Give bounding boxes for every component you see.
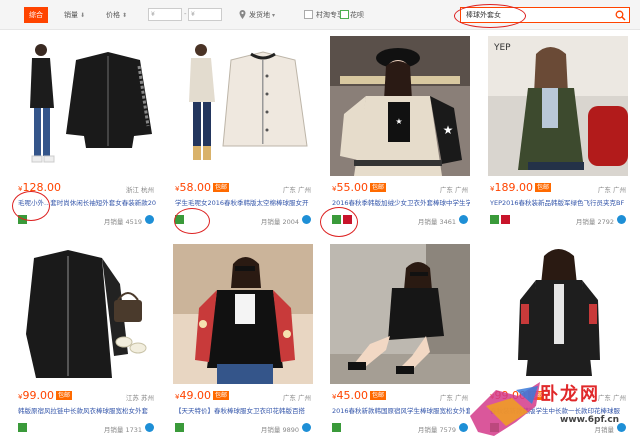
product-sales: 月销量 7579 bbox=[417, 426, 456, 434]
service-icons bbox=[175, 215, 186, 224]
price-min-input[interactable]: ¥ bbox=[148, 8, 182, 21]
cun-checkbox[interactable] bbox=[304, 10, 313, 19]
svg-text:★: ★ bbox=[395, 117, 402, 126]
sort-sales-button[interactable]: 销量 ⬇ bbox=[64, 8, 85, 22]
free-shipping-badge: 包邮 bbox=[55, 391, 72, 400]
search-icon[interactable] bbox=[615, 10, 626, 21]
chat-icon[interactable] bbox=[302, 423, 311, 432]
free-shipping-badge: 包邮 bbox=[212, 391, 229, 400]
free-shipping-badge: 包邮 bbox=[369, 183, 386, 192]
sort-price-button[interactable]: 价格 ⬍ bbox=[106, 8, 127, 22]
sort-sales-label: 销量 bbox=[64, 11, 78, 19]
product-price: ¥189.00 包邮 bbox=[490, 181, 551, 194]
product-card[interactable]: ¥45.00 包邮 广东 广州 2016春秋新款韩国原宿风学生棒球服宽松女外套 月… bbox=[330, 244, 470, 445]
sort-arrow-icon: ⬇ bbox=[80, 12, 86, 19]
free-shipping-badge: 包邮 bbox=[212, 183, 229, 192]
product-image[interactable] bbox=[16, 244, 156, 384]
chevron-down-icon: ▾ bbox=[272, 12, 276, 19]
product-price: ¥58.00 包邮 bbox=[175, 181, 229, 194]
search-value: 棒球外套女 bbox=[466, 11, 501, 19]
product-price: ¥45.00 包邮 bbox=[332, 389, 386, 402]
sort-price-label: 价格 bbox=[106, 11, 120, 19]
product-image[interactable] bbox=[330, 244, 470, 384]
service-icons bbox=[18, 215, 29, 224]
svg-text:YEP: YEP bbox=[493, 43, 511, 53]
product-price: ¥99.00包邮 bbox=[18, 389, 72, 402]
watermark-url: www.6pf.cn bbox=[560, 415, 620, 425]
watermark-text: 卧龙网 bbox=[540, 384, 600, 405]
price-separator: - bbox=[184, 10, 187, 18]
product-title[interactable]: 【天天特价】春秋棒球服女卫衣印花韩版百搭 bbox=[175, 406, 313, 416]
filter-bar: 综合 销量 ⬇ 价格 ⬍ ¥ - ¥ 发货地 ▾ 村淘专享 花呗 棒球外套女 bbox=[0, 0, 640, 30]
product-location: 广东 广州 bbox=[282, 186, 311, 194]
product-sales: 月销量 2004 bbox=[260, 218, 299, 226]
product-title[interactable]: 毛呢小外...套时尚休闲长袖短外套女春装新款2016 bbox=[18, 198, 156, 208]
sort-arrow-icon: ⬍ bbox=[122, 12, 128, 19]
chat-icon[interactable] bbox=[302, 215, 311, 224]
product-card[interactable]: ¥49.00 包邮 广东 广州 【天天特价】春秋棒球服女卫衣印花韩版百搭 月销量 … bbox=[173, 244, 313, 445]
product-card[interactable]: ★ ★ ¥55.00 包邮 广东 广州 2016春秋季韩版加绒少女卫衣外套棒球中学… bbox=[330, 36, 470, 244]
free-shipping-badge: 包邮 bbox=[369, 391, 386, 400]
product-image[interactable] bbox=[173, 36, 313, 176]
huabei-checkbox[interactable] bbox=[340, 10, 349, 19]
product-price: ¥49.00 包邮 bbox=[175, 389, 229, 402]
chat-icon[interactable] bbox=[145, 215, 154, 224]
service-icons bbox=[18, 423, 29, 432]
free-shipping-badge: 包邮 bbox=[534, 183, 551, 192]
product-title[interactable]: YEP2016春秋装新品韩版军绿色飞行员夹克BF bbox=[490, 198, 628, 208]
brand-badge-icon[interactable] bbox=[343, 215, 352, 224]
product-sales: 月销量 2792 bbox=[575, 218, 614, 226]
chat-icon[interactable] bbox=[145, 423, 154, 432]
ship-from-dropdown[interactable]: 发货地 ▾ bbox=[249, 8, 275, 22]
price-max-input[interactable]: ¥ bbox=[188, 8, 222, 21]
product-card[interactable]: ¥128.00 浙江 杭州 毛呢小外...套时尚休闲长袖短外套女春装新款2016… bbox=[16, 36, 156, 244]
seller-badge-icon[interactable] bbox=[332, 423, 341, 432]
service-icons bbox=[332, 423, 343, 432]
product-image[interactable]: ★ ★ bbox=[330, 36, 470, 176]
service-icons bbox=[332, 215, 354, 224]
product-card[interactable]: ¥58.00 包邮 广东 广州 学生毛呢女2016春秋季韩版太空棉棒球服女开 月销… bbox=[173, 36, 313, 244]
product-image[interactable] bbox=[488, 244, 628, 384]
product-image[interactable] bbox=[173, 244, 313, 384]
product-image[interactable] bbox=[16, 36, 156, 176]
huabei-label: 花呗 bbox=[350, 11, 364, 19]
service-icons bbox=[175, 423, 186, 432]
product-location: 广东 广州 bbox=[282, 394, 311, 402]
product-card[interactable]: YEP ¥189.00 包邮 广东 广州 YEP2016春秋装新品韩版军绿色飞行员… bbox=[488, 36, 628, 244]
brand-badge-icon[interactable] bbox=[501, 215, 510, 224]
product-card[interactable]: ¥99.00 包邮 江苏 苏州 韩版原宿风拉链中长款风衣棒球服宽松女外套 月销量 … bbox=[16, 244, 156, 445]
product-title[interactable]: 学生毛呢女2016春秋季韩版太空棉棒球服女开 bbox=[175, 198, 313, 208]
seller-badge-icon[interactable] bbox=[490, 215, 499, 224]
product-image[interactable]: YEP bbox=[488, 36, 628, 176]
product-sales: 月销量 3461 bbox=[417, 218, 456, 226]
seller-badge-icon[interactable] bbox=[18, 215, 27, 224]
product-sales: 月销量 9890 bbox=[260, 426, 299, 434]
product-location: 浙江 杭州 bbox=[125, 186, 154, 194]
product-location: 江苏 苏州 bbox=[125, 394, 154, 402]
product-price: ¥55.00 包邮 bbox=[332, 181, 386, 194]
seller-badge-icon[interactable] bbox=[332, 215, 341, 224]
ship-from-label: 发货地 bbox=[249, 11, 270, 19]
seller-badge-icon[interactable] bbox=[175, 215, 184, 224]
product-sales: 月销量 1731 bbox=[103, 426, 142, 434]
tab-all[interactable]: 综合 bbox=[24, 7, 48, 23]
product-title[interactable]: 韩版原宿风拉链中长款风衣棒球服宽松女外套 bbox=[18, 406, 156, 416]
search-input[interactable]: 棒球外套女 bbox=[460, 7, 630, 23]
service-icons bbox=[490, 215, 512, 224]
seller-badge-icon[interactable] bbox=[18, 423, 27, 432]
location-pin-icon bbox=[239, 10, 246, 19]
chat-icon[interactable] bbox=[617, 215, 626, 224]
product-title[interactable]: 2016春秋季韩版加绒少女卫衣外套棒球中学生学 bbox=[332, 198, 470, 208]
svg-text:★: ★ bbox=[443, 123, 454, 137]
seller-badge-icon[interactable] bbox=[175, 423, 184, 432]
product-title[interactable]: 2016春秋新款韩国原宿风学生棒球服宽松女外套 bbox=[332, 406, 470, 416]
product-location: 广东 广州 bbox=[439, 186, 468, 194]
product-price: ¥128.00 bbox=[18, 181, 61, 194]
product-location: 广东 广州 bbox=[439, 394, 468, 402]
chat-icon[interactable] bbox=[459, 215, 468, 224]
product-sales: 月销量 4519 bbox=[103, 218, 142, 226]
product-location: 广东 广州 bbox=[597, 186, 626, 194]
